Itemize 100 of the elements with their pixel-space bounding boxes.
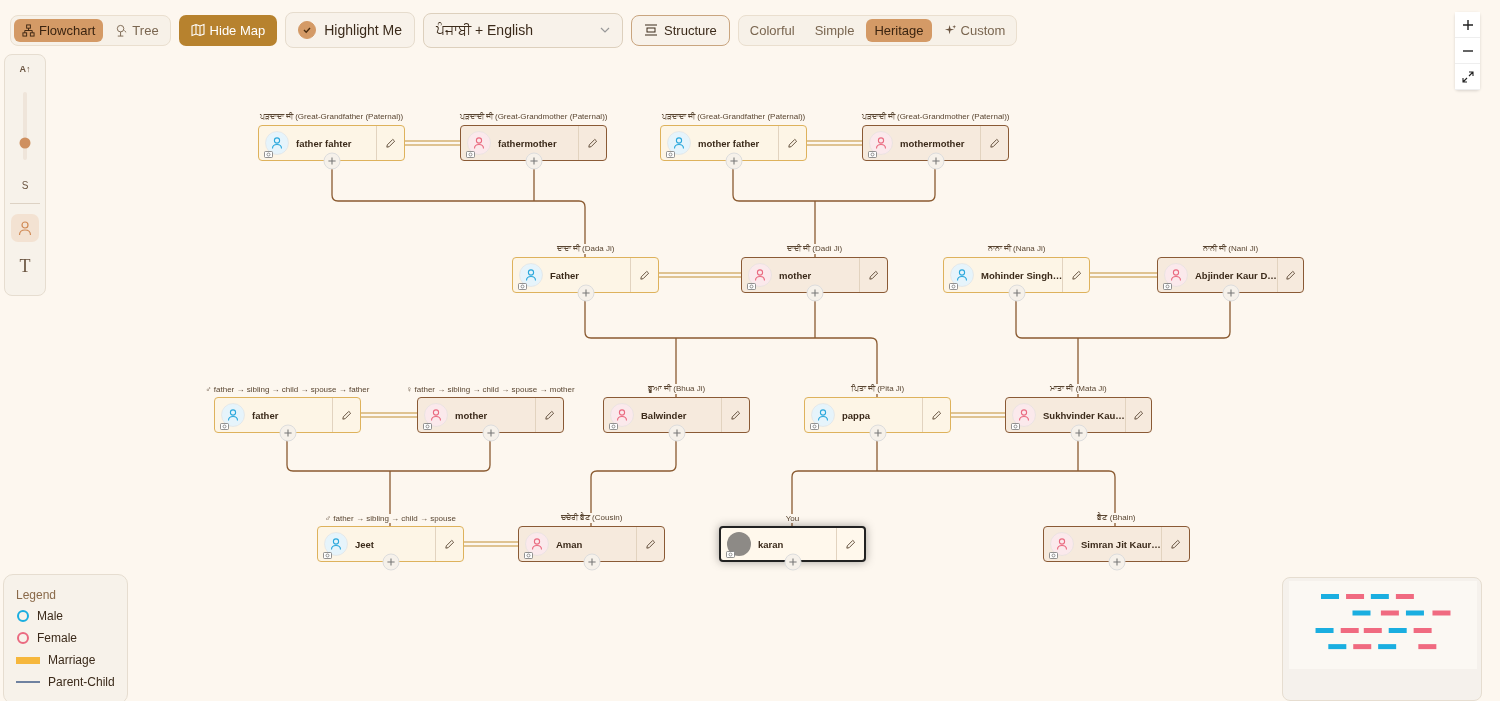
camera-icon[interactable]	[609, 422, 618, 430]
pencil-icon	[1170, 538, 1181, 550]
camera-icon[interactable]	[466, 150, 475, 158]
person-card[interactable]: Aman	[518, 526, 665, 562]
view-tab[interactable]: Flowchart	[14, 18, 104, 42]
check-icon	[302, 25, 313, 35]
person-card[interactable]: Sukhvinder Kau…	[1005, 397, 1152, 433]
pencil-icon	[544, 409, 555, 421]
camera-icon[interactable]	[726, 550, 735, 558]
person-card[interactable]: Jeet	[317, 526, 464, 562]
legend-label: Marriage	[48, 653, 96, 667]
person-name: Balwinder	[641, 409, 688, 421]
camera-icon[interactable]	[747, 282, 756, 290]
font-size-label: A↑	[19, 64, 31, 74]
person-name: Aman	[556, 538, 584, 550]
tree-icon	[115, 23, 129, 37]
person-card[interactable]: mothermother	[862, 125, 1009, 161]
camera-icon[interactable]	[949, 282, 958, 290]
camera-icon[interactable]	[423, 422, 432, 430]
theme-tab[interactable]: Custom	[935, 18, 1014, 42]
chevron-down-icon	[600, 27, 611, 33]
person-name: father fahter	[296, 137, 353, 149]
person-card[interactable]: karan	[719, 526, 866, 562]
person-name: Mohinder Singh…	[981, 269, 1063, 281]
person-tool-button[interactable]	[11, 214, 39, 242]
slider-thumb[interactable]	[19, 137, 31, 149]
zoom-out-button[interactable]	[1455, 38, 1480, 64]
person-card[interactable]: Simran Jit Kaur…	[1043, 526, 1190, 562]
camera-icon[interactable]	[868, 150, 877, 158]
pencil-icon	[787, 137, 798, 149]
theme-tab[interactable]: Colorful	[741, 18, 803, 42]
camera-icon[interactable]	[323, 551, 332, 559]
person-name: Jeet	[355, 538, 375, 550]
person-card[interactable]: pappa	[804, 397, 951, 433]
theme-tab[interactable]: Simple	[806, 18, 863, 42]
person-card[interactable]: Father	[512, 257, 659, 293]
person-card[interactable]: Balwinder	[603, 397, 750, 433]
person-card[interactable]: fathermother	[460, 125, 607, 161]
highlight-checkbox[interactable]: Highlight Me	[285, 12, 416, 48]
minimap[interactable]	[1282, 577, 1482, 701]
relation-label: ਮਾਤਾ ਜੀ (Mata Ji)	[1048, 384, 1109, 394]
person-card[interactable]: mother	[417, 397, 564, 433]
plus-icon	[327, 156, 336, 166]
camera-icon[interactable]	[1163, 282, 1172, 290]
plus-icon	[581, 288, 590, 298]
pencil-icon	[989, 137, 1000, 149]
camera-icon[interactable]	[1011, 422, 1020, 430]
relation-label: ਦਾਦਾ ਜੀ (Dada Ji)	[554, 244, 617, 254]
text-tool-button[interactable]: T	[11, 252, 39, 280]
marriage-line	[1089, 272, 1158, 278]
person-card[interactable]: Mohinder Singh…	[943, 257, 1090, 293]
plus-icon	[788, 557, 797, 567]
zoom-in-button[interactable]	[1455, 12, 1480, 38]
relation-label: ♂ father → sibling → child → spouse	[323, 514, 458, 523]
marriage-line	[360, 412, 418, 418]
plus-icon	[386, 557, 395, 567]
plus-icon	[1112, 557, 1121, 567]
camera-icon[interactable]	[220, 422, 229, 430]
pencil-icon	[645, 538, 656, 550]
legend-label: Parent-Child	[48, 675, 115, 689]
person-card[interactable]: father	[214, 397, 361, 433]
relation-label: ਨਾਨਾ ਜੀ (Nana Ji)	[985, 244, 1048, 254]
plus-icon	[672, 428, 681, 438]
pencil-icon	[931, 409, 942, 421]
structure-button[interactable]: Structure	[631, 14, 730, 46]
person-card[interactable]: mother father	[660, 125, 807, 161]
person-name: mother father	[698, 137, 761, 149]
pencil-icon	[444, 538, 455, 550]
pencil-icon	[845, 538, 856, 550]
camera-icon[interactable]	[666, 150, 675, 158]
fit-view-button[interactable]	[1455, 64, 1480, 90]
camera-icon[interactable]	[810, 422, 819, 430]
pencil-icon	[639, 269, 650, 281]
camera-icon[interactable]	[524, 551, 533, 559]
person-card[interactable]: father fahter	[258, 125, 405, 161]
relation-label: ਪੜਦਾਦਾ ਜੀ (Great-Grandfather (Paternal))	[659, 112, 808, 122]
checkbox[interactable]	[298, 21, 317, 39]
pencil-icon	[1070, 269, 1082, 281]
person-card[interactable]: mother	[741, 257, 888, 293]
theme-tab[interactable]: Heritage	[866, 18, 932, 42]
plus-icon	[1226, 288, 1235, 298]
camera-icon[interactable]	[264, 150, 273, 158]
view-tab[interactable]: Tree	[107, 18, 167, 42]
plus-icon	[1012, 288, 1021, 298]
person-name: Simran Jit Kaur…	[1081, 538, 1161, 550]
plus-icon	[873, 428, 882, 438]
camera-icon[interactable]	[1049, 551, 1058, 559]
relation-label: ਪੜਦਾਦਾ ਜੀ (Great-Grandfather (Paternal))	[257, 112, 406, 122]
flowchart-icon	[22, 23, 35, 37]
person-card[interactable]: Abjinder Kaur D…	[1157, 257, 1304, 293]
pencil-icon	[385, 137, 396, 149]
person-name: mother	[779, 269, 813, 281]
person-icon	[17, 220, 33, 236]
language-dropdown[interactable]: ਪੰਜਾਬੀ + English	[423, 12, 624, 48]
camera-icon[interactable]	[518, 282, 527, 290]
plus-icon	[587, 557, 596, 567]
relation-label: ਪੜਦਾਦੀ ਜੀ (Great-Grandmother (Paternal))	[457, 112, 610, 122]
marriage-line	[463, 541, 519, 547]
person-name: mother	[455, 409, 489, 421]
relation-label: ਦਾਦੀ ਜੀ (Dadi Ji)	[784, 244, 845, 254]
